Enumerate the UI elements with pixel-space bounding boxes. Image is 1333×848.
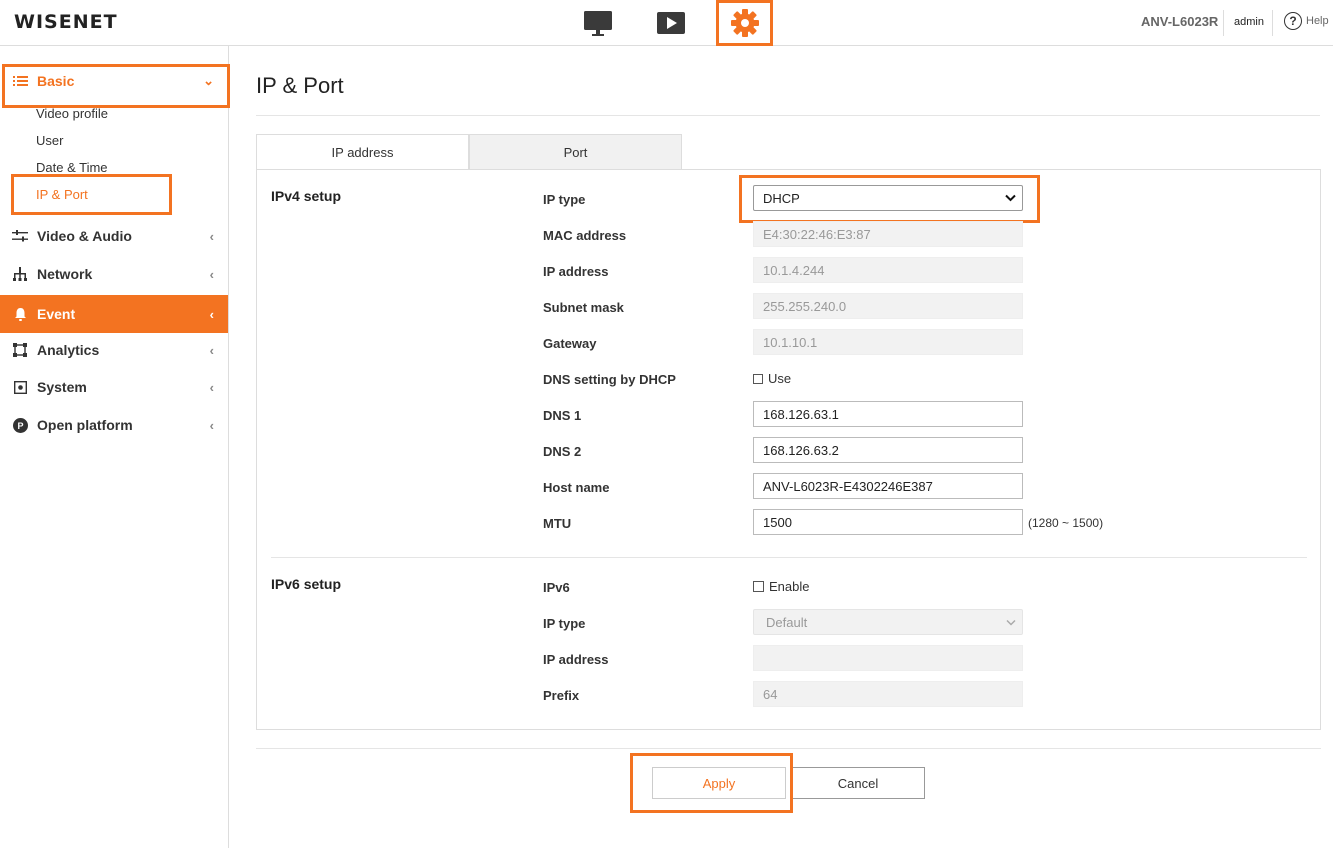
device-model: ANV-L6023R <box>1141 14 1219 29</box>
ipv4-ip-address-label: IP address <box>543 264 609 279</box>
ipv4-ip-type-label: IP type <box>543 192 586 207</box>
sidebar-item-system[interactable]: System ‹ <box>0 368 228 406</box>
chevron-left-icon: ‹ <box>209 417 214 433</box>
help-button[interactable]: ? Help <box>1284 12 1329 30</box>
chevron-left-icon: ‹ <box>209 306 214 322</box>
sidebar-item-label: Video & Audio <box>37 228 132 244</box>
ipv4-section-title: IPv4 setup <box>271 188 342 204</box>
sidebar-subitem-video-profile[interactable]: Video profile <box>36 106 108 121</box>
svg-text:P: P <box>17 421 23 431</box>
highlight-frame <box>630 753 793 813</box>
checkbox-box[interactable] <box>753 581 764 592</box>
chevron-left-icon: ‹ <box>209 266 214 282</box>
highlight-frame <box>739 175 1040 223</box>
subnet-mask-field: 255.255.240.0 <box>753 293 1023 319</box>
mac-address-label: MAC address <box>543 228 627 243</box>
host-name-input[interactable] <box>753 473 1023 499</box>
ipv6-ip-type-value: Default <box>766 614 808 630</box>
sliders-icon <box>12 228 28 244</box>
gateway-field: 10.1.10.1 <box>753 329 1023 355</box>
sidebar-item-label: Analytics <box>37 342 100 358</box>
bell-icon <box>12 306 28 322</box>
sidebar-item-video-audio[interactable]: Video & Audio ‹ <box>0 217 228 255</box>
ipv6-ip-type-label: IP type <box>543 616 586 631</box>
gear-icon <box>730 9 759 37</box>
mtu-label: MTU <box>543 516 572 531</box>
play-icon <box>657 12 685 34</box>
subnet-mask-label: Subnet mask <box>543 300 624 315</box>
ipv6-ip-address-label: IP address <box>543 652 609 667</box>
chevron-left-icon: ‹ <box>209 228 214 244</box>
sidebar-item-label: System <box>37 379 87 395</box>
checkbox-label: Enable <box>769 579 810 594</box>
ipv6-label: IPv6 <box>543 580 570 595</box>
highlight-frame <box>11 174 172 215</box>
sidebar-item-label: Event <box>37 306 76 322</box>
ipv6-ip-type-select[interactable]: Default <box>753 609 1023 635</box>
prefix-label: Prefix <box>543 688 580 703</box>
checkbox-box[interactable] <box>753 373 763 384</box>
sidebar-item-open-platform[interactable]: P Open platform ‹ <box>0 406 228 444</box>
ipv6-ip-address-field <box>753 645 1023 671</box>
analytics-icon <box>12 342 28 358</box>
help-label: Help <box>1306 15 1329 27</box>
sidebar: Basic ⌄ Video profile User Date & Time I… <box>0 46 230 848</box>
chevron-left-icon: ‹ <box>209 342 214 358</box>
help-icon: ? <box>1284 12 1302 30</box>
sidebar-subitem-date-time[interactable]: Date & Time <box>36 160 108 175</box>
header-divider <box>1272 10 1273 36</box>
top-bar: WISENET ANV-L6023R admin ? Help <box>0 0 1333 46</box>
cancel-button[interactable]: Cancel <box>791 767 925 799</box>
monitor-icon <box>584 11 612 36</box>
settings-panel: IPv4 setup IP type DHCP MAC address E4:3… <box>256 169 1321 730</box>
dns1-label: DNS 1 <box>543 408 582 423</box>
divider <box>271 557 1307 558</box>
tab-port[interactable]: Port <box>469 134 682 170</box>
ipv6-section-title: IPv6 setup <box>271 576 342 592</box>
mtu-input[interactable] <box>753 509 1023 535</box>
sidebar-item-analytics[interactable]: Analytics ‹ <box>0 331 228 369</box>
divider <box>256 115 1320 116</box>
dns-by-dhcp-checkbox[interactable]: Use <box>753 371 791 386</box>
dns1-input[interactable] <box>753 401 1023 427</box>
open-platform-icon: P <box>12 417 28 433</box>
sidebar-item-network[interactable]: Network ‹ <box>0 255 228 293</box>
dns2-label: DNS 2 <box>543 444 582 459</box>
chevron-left-icon: ‹ <box>209 379 214 395</box>
tab-ip-address[interactable]: IP address <box>256 134 469 170</box>
system-icon <box>12 379 28 395</box>
sidebar-item-event[interactable]: Event ‹ <box>0 295 228 333</box>
setup-button[interactable] <box>716 0 773 46</box>
mtu-range-hint: (1280 ~ 1500) <box>1028 516 1104 530</box>
mac-address-field: E4:30:22:46:E3:87 <box>753 221 1023 247</box>
host-name-label: Host name <box>543 480 610 495</box>
header-divider <box>1223 10 1224 36</box>
page-title: IP & Port <box>256 73 344 98</box>
sidebar-item-label: Open platform <box>37 417 133 433</box>
ipv4-ip-address-field: 10.1.4.244 <box>753 257 1023 283</box>
playback-button[interactable] <box>643 2 699 44</box>
sidebar-item-label: Network <box>37 266 93 282</box>
user-name[interactable]: admin <box>1234 16 1264 28</box>
prefix-field: 64 <box>753 681 1023 707</box>
chevron-down-icon <box>1006 619 1016 626</box>
highlight-frame <box>2 64 230 108</box>
checkbox-label: Use <box>768 371 792 386</box>
sidebar-subitem-user[interactable]: User <box>36 133 63 148</box>
ipv6-enable-checkbox[interactable]: Enable <box>753 579 809 594</box>
gateway-label: Gateway <box>543 336 597 351</box>
wisenet-logo: WISENET <box>14 11 118 33</box>
live-view-button[interactable] <box>570 2 626 44</box>
dns-by-dhcp-label: DNS setting by DHCP <box>543 372 676 387</box>
divider <box>256 748 1321 749</box>
network-icon <box>12 266 28 282</box>
main-content: IP & Port IP address Port IPv4 setup IP … <box>229 46 1333 848</box>
dns2-input[interactable] <box>753 437 1023 463</box>
